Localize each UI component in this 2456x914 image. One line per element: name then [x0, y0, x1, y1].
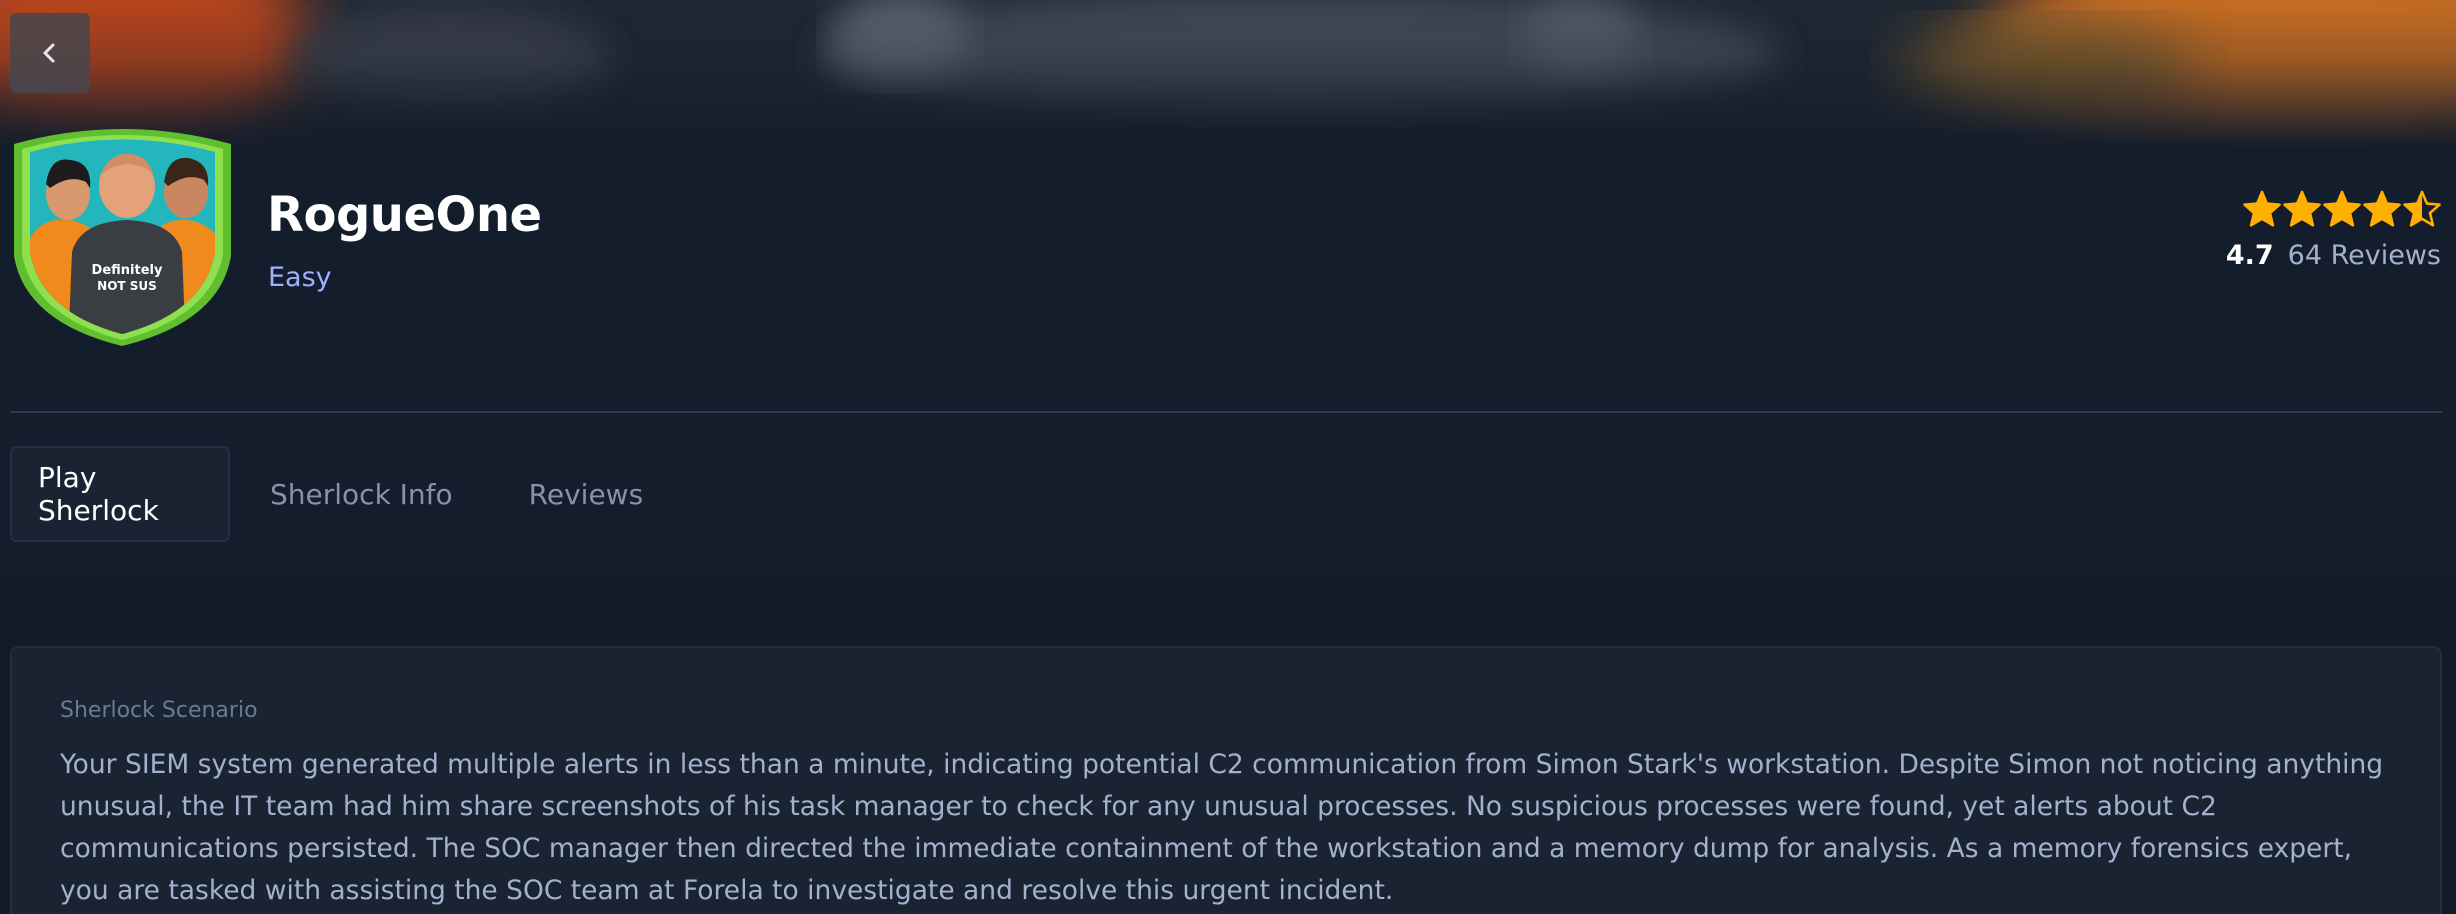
star-full-icon [2283, 190, 2321, 227]
tab-play-sherlock[interactable]: Play Sherlock [10, 446, 230, 542]
header-divider [10, 411, 2442, 413]
tab-bar: Play Sherlock Sherlock Info Reviews [10, 446, 669, 542]
star-full-icon [2363, 190, 2401, 227]
star-full-icon [2323, 190, 2361, 227]
difficulty-label: Easy [268, 262, 332, 293]
star-half-icon [2403, 190, 2441, 227]
hero-banner [0, 0, 2456, 150]
rating-summary: 4.7 64 Reviews [2226, 188, 2441, 274]
rating-value: 4.7 [2225, 240, 2274, 271]
scenario-card: Sherlock Scenario Your SIEM system gener… [10, 646, 2442, 914]
star-rating [2226, 188, 2441, 234]
badge-text-line2: NOT SUS [97, 279, 157, 293]
badge-text-line1: Definitely [92, 263, 163, 278]
star-full-icon [2243, 190, 2281, 227]
scenario-label: Sherlock Scenario [60, 698, 258, 723]
sherlock-badge: Definitely NOT SUS [14, 129, 231, 346]
reviews-count-link[interactable]: 64 Reviews [2288, 240, 2441, 271]
tab-sherlock-info[interactable]: Sherlock Info [244, 446, 479, 542]
back-button[interactable] [10, 13, 90, 93]
chevron-left-icon [43, 43, 55, 63]
tab-reviews[interactable]: Reviews [503, 446, 670, 542]
page-title: RogueOne [267, 187, 542, 243]
scenario-text: Your SIEM system generated multiple aler… [60, 749, 2384, 906]
hero-fade-overlay [0, 0, 2456, 150]
